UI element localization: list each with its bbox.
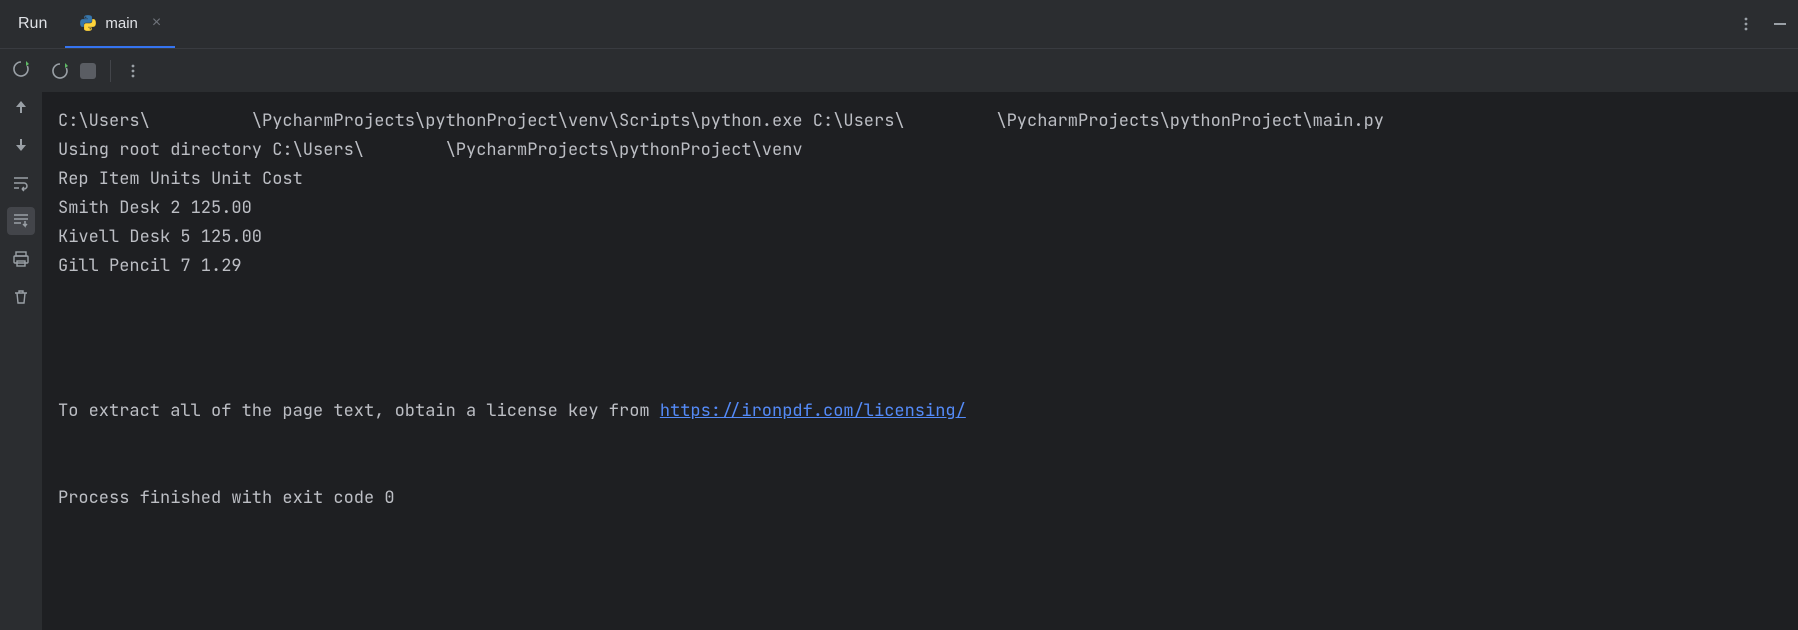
stop-icon[interactable] bbox=[80, 63, 96, 79]
output-line: C:\Users\ \PycharmProjects\pythonProject… bbox=[58, 110, 1394, 132]
minimize-icon[interactable] bbox=[1772, 16, 1788, 32]
output-exit-line: Process finished with exit code 0 bbox=[58, 487, 395, 509]
output-license-text: To extract all of the page text, obtain … bbox=[58, 400, 660, 422]
print-icon[interactable] bbox=[7, 245, 35, 273]
run-panel-title: Run bbox=[0, 15, 65, 33]
output-line: Smith Desk 2 125.00 bbox=[58, 197, 252, 219]
up-arrow-icon[interactable] bbox=[7, 93, 35, 121]
run-tab-label: main bbox=[105, 15, 138, 32]
trash-icon[interactable] bbox=[7, 283, 35, 311]
rerun-icon[interactable] bbox=[7, 55, 35, 83]
console-area: C:\Users\ \PycharmProjects\pythonProject… bbox=[42, 49, 1798, 630]
license-link[interactable]: https://ironpdf.com/licensing/ bbox=[660, 400, 966, 422]
output-line: Kivell Desk 5 125.00 bbox=[58, 226, 262, 248]
python-file-icon bbox=[79, 14, 97, 32]
down-arrow-icon[interactable] bbox=[7, 131, 35, 159]
output-line: Rep Item Units Unit Cost bbox=[58, 168, 303, 190]
toolbar-divider bbox=[110, 60, 111, 82]
run-gutter-toolbar bbox=[0, 49, 42, 630]
rerun-toolbar-icon[interactable] bbox=[50, 61, 70, 81]
output-line: Gill Pencil 7 1.29 bbox=[58, 255, 242, 277]
scroll-to-end-icon[interactable] bbox=[7, 207, 35, 235]
output-line: Using root directory C:\Users\ \PycharmP… bbox=[58, 139, 803, 161]
console-toolbar bbox=[42, 49, 1798, 93]
console-output[interactable]: C:\Users\ \PycharmProjects\pythonProject… bbox=[42, 93, 1798, 527]
run-tab-main[interactable]: main × bbox=[65, 0, 175, 48]
close-tab-icon[interactable]: × bbox=[152, 14, 161, 32]
run-panel-body: C:\Users\ \PycharmProjects\pythonProject… bbox=[0, 49, 1798, 630]
run-panel-topbar: Run main × bbox=[0, 0, 1798, 49]
soft-wrap-icon[interactable] bbox=[7, 169, 35, 197]
toolbar-more-icon[interactable] bbox=[125, 63, 141, 79]
more-options-icon[interactable] bbox=[1738, 16, 1754, 32]
